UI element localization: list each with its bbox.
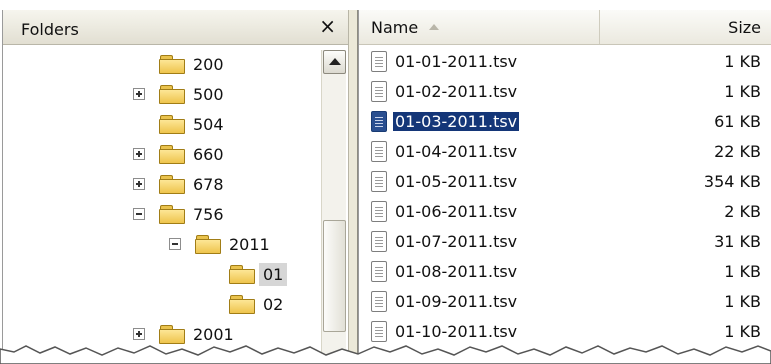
tree-node-label: 200 <box>193 54 224 74</box>
folders-pane: Folders × 200 500 504 660 678 756 2011 01 02 2001 <box>2 10 348 364</box>
collapse-minus-icon[interactable] <box>133 208 145 220</box>
column-header-size[interactable]: Size <box>600 10 771 44</box>
tree-node-label: 2011 <box>229 234 270 254</box>
folders-title: Folders <box>21 20 79 39</box>
file-name: 01-03-2011.tsv <box>391 111 521 132</box>
folder-icon <box>159 115 185 134</box>
file-name: 01-01-2011.tsv <box>395 52 518 71</box>
tree-node-label: 504 <box>193 114 224 134</box>
tree-node[interactable]: 504 <box>133 109 224 139</box>
tsv-file-icon <box>371 111 387 132</box>
file-name: 01-09-2011.tsv <box>395 292 518 311</box>
file-size: 31 KB <box>714 232 761 251</box>
tree-node-label: 2001 <box>193 324 234 344</box>
tsv-file-icon <box>371 201 387 222</box>
file-row[interactable]: 01-07-2011.tsv 31 KB <box>359 227 771 257</box>
close-icon[interactable]: × <box>319 16 336 36</box>
folder-icon <box>195 235 221 254</box>
file-size: 1 KB <box>724 262 761 281</box>
tsv-file-icon <box>371 231 387 252</box>
file-row[interactable]: 01-05-2011.tsv 354 KB <box>359 167 771 197</box>
column-header-name[interactable]: Name <box>359 10 600 44</box>
file-size: 22 KB <box>714 142 761 161</box>
tree-node[interactable]: 500 <box>133 79 224 109</box>
tsv-file-icon <box>371 171 387 192</box>
file-name: 01-04-2011.tsv <box>395 142 518 161</box>
file-row[interactable]: 01-08-2011.tsv 1 KB <box>359 257 771 287</box>
folder-icon <box>159 325 185 344</box>
tree-node[interactable]: 2001 <box>133 319 234 349</box>
file-row[interactable]: 01-04-2011.tsv 22 KB <box>359 137 771 167</box>
folders-pane-header: Folders × <box>3 10 348 45</box>
folder-icon <box>159 205 185 224</box>
column-header-size-label: Size <box>728 18 761 37</box>
folder-icon <box>159 85 185 104</box>
tsv-file-icon <box>371 51 387 72</box>
file-size: 1 KB <box>724 292 761 311</box>
file-name: 01-06-2011.tsv <box>395 202 518 221</box>
file-size: 354 KB <box>703 172 761 191</box>
folder-tree: 200 500 504 660 678 756 2011 01 02 2001 <box>3 45 348 364</box>
file-size: 1 KB <box>724 322 761 341</box>
tsv-file-icon <box>371 291 387 312</box>
file-row[interactable]: 01-10-2011.tsv 1 KB <box>359 317 771 347</box>
file-name: 01-05-2011.tsv <box>395 172 518 191</box>
tree-node-label: 678 <box>193 174 224 194</box>
folder-icon <box>229 295 255 314</box>
file-size: 1 KB <box>724 52 761 71</box>
tsv-file-icon <box>371 141 387 162</box>
tree-node[interactable]: 756 <box>133 199 224 229</box>
sort-ascending-icon <box>429 24 439 30</box>
tsv-file-icon <box>371 81 387 102</box>
expand-plus-icon[interactable] <box>133 328 145 340</box>
file-name: 01-08-2011.tsv <box>395 262 518 281</box>
file-size: 1 KB <box>724 82 761 101</box>
tree-node[interactable]: 02 <box>203 289 283 319</box>
file-name: 01-10-2011.tsv <box>395 322 518 341</box>
tree-node[interactable]: 660 <box>133 139 224 169</box>
file-name: 01-02-2011.tsv <box>395 82 518 101</box>
folder-icon <box>229 265 255 284</box>
file-list-pane: Name Size 01-01-2011.tsv 1 KB 01-02-2011.t… <box>358 10 771 364</box>
file-row[interactable]: 01-09-2011.tsv 1 KB <box>359 287 771 317</box>
file-name: 01-07-2011.tsv <box>395 232 518 251</box>
tree-node[interactable]: 2011 <box>169 229 270 259</box>
expand-plus-icon[interactable] <box>133 88 145 100</box>
tree-node-label: 02 <box>263 294 284 314</box>
tree-node-label: 01 <box>259 262 288 286</box>
file-row[interactable]: 01-02-2011.tsv 1 KB <box>359 77 771 107</box>
file-row[interactable]: 01-01-2011.tsv 1 KB <box>359 47 771 77</box>
scroll-up-arrow-icon[interactable] <box>323 50 346 74</box>
expand-plus-icon[interactable] <box>133 148 145 160</box>
tsv-file-icon <box>371 321 387 342</box>
folder-icon <box>159 145 185 164</box>
file-size: 61 KB <box>714 112 761 131</box>
pane-splitter[interactable] <box>348 10 358 364</box>
column-header-name-label: Name <box>371 18 419 37</box>
vertical-scrollbar[interactable] <box>321 50 346 364</box>
file-size: 2 KB <box>724 202 761 221</box>
folder-icon <box>159 55 185 74</box>
scroll-thumb[interactable] <box>323 220 346 332</box>
tree-node[interactable]: 01 <box>203 259 288 289</box>
file-row[interactable]: 01-03-2011.tsv 61 KB <box>359 107 771 137</box>
expand-plus-icon[interactable] <box>133 178 145 190</box>
file-list-header: Name Size <box>359 10 771 45</box>
folder-icon <box>159 175 185 194</box>
tree-node[interactable]: 200 <box>133 49 224 79</box>
tree-node-label: 660 <box>193 144 224 164</box>
collapse-minus-icon[interactable] <box>169 238 181 250</box>
tree-node-label: 500 <box>193 84 224 104</box>
file-row[interactable]: 01-06-2011.tsv 2 KB <box>359 197 771 227</box>
tree-node[interactable]: 678 <box>133 169 224 199</box>
tree-node-label: 756 <box>193 204 224 224</box>
tsv-file-icon <box>371 261 387 282</box>
